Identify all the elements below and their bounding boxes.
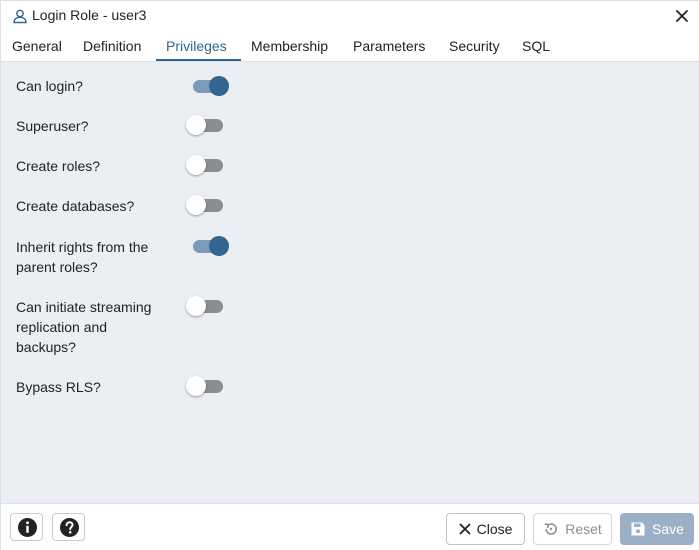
tab-privileges[interactable]: Privileges [166,38,227,54]
can-login-switch[interactable] [185,74,231,98]
user-icon [12,8,28,24]
info-icon [18,518,37,537]
inherit-rights-label: Inherit rights from the parent roles? [16,239,149,275]
help-icon [60,518,79,537]
privileges-panel: Can login? Superuser? Create roles? Crea… [1,62,699,503]
switch-thumb [209,76,229,96]
login-role-dialog: Login Role - user3 General Definition Pr… [0,0,699,550]
create-databases-label: Create databases? [16,198,135,214]
save-button[interactable]: Save [620,513,694,545]
switch-thumb [186,376,206,396]
active-tab-indicator [156,59,241,61]
tab-sql[interactable]: SQL [522,38,550,54]
replication-switch[interactable] [185,294,231,318]
create-roles-label: Create roles? [16,158,101,174]
close-button[interactable]: Close [446,513,525,545]
tab-general[interactable]: General [12,38,62,54]
bypass-rls-label: Bypass RLS? [16,379,101,395]
reset-icon [544,523,558,535]
save-icon [631,522,645,536]
reset-button-label: Reset [565,521,602,537]
switch-thumb [209,236,229,256]
close-icon[interactable] [673,7,691,25]
create-databases-switch[interactable] [185,193,231,217]
switch-thumb [186,296,206,316]
replication-label: Can initiate streaming replication and b… [16,299,152,355]
tab-security[interactable]: Security [449,38,500,54]
tab-membership[interactable]: Membership [251,38,328,54]
superuser-switch[interactable] [185,113,231,137]
bypass-rls-switch[interactable] [185,374,231,398]
tab-bar: General Definition Privileges Membership… [1,32,699,62]
close-button-label: Close [476,521,513,537]
title-bar: Login Role - user3 [1,1,699,32]
tab-parameters[interactable]: Parameters [353,38,425,54]
close-icon [459,523,470,535]
inherit-rights-switch[interactable] [185,234,231,258]
reset-button[interactable]: Reset [533,513,612,545]
save-button-label: Save [652,521,684,537]
info-button[interactable] [10,513,43,541]
help-button[interactable] [52,513,85,541]
dialog-title: Login Role - user3 [32,7,147,23]
switch-thumb [186,195,206,215]
switch-thumb [186,155,206,175]
can-login-label: Can login? [16,78,83,94]
superuser-label: Superuser? [16,118,89,134]
tab-definition[interactable]: Definition [83,38,141,54]
dialog-footer: Close Reset Save [1,503,699,550]
create-roles-switch[interactable] [185,153,231,177]
switch-thumb [186,115,206,135]
